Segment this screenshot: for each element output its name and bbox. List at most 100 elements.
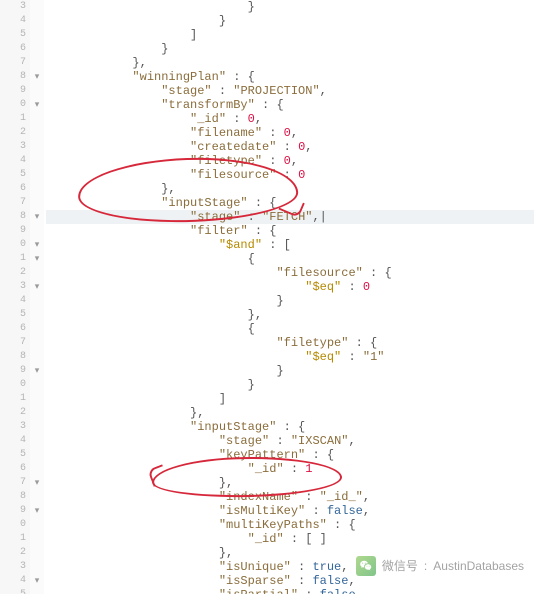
code-line[interactable]: "filesource" : {: [46, 266, 534, 280]
line-number: 4: [0, 574, 26, 588]
code-line[interactable]: "_id" : [ ]: [46, 532, 534, 546]
fold-spacer: [30, 532, 44, 546]
fold-toggle-icon[interactable]: ▾: [30, 476, 44, 490]
line-number: 4: [0, 434, 26, 448]
fold-spacer: [30, 182, 44, 196]
code-line[interactable]: }: [46, 294, 534, 308]
code-line[interactable]: "filename" : 0,: [46, 126, 534, 140]
code-line[interactable]: }: [46, 364, 534, 378]
code-line[interactable]: },: [46, 476, 534, 490]
fold-spacer: [30, 266, 44, 280]
fold-spacer: [30, 196, 44, 210]
fold-spacer: [30, 112, 44, 126]
fold-toggle-icon[interactable]: ▾: [30, 574, 44, 588]
code-line[interactable]: }: [46, 0, 534, 14]
line-number: 3: [0, 280, 26, 294]
code-line[interactable]: "filetype" : {: [46, 336, 534, 350]
code-line[interactable]: "_id" : 0,: [46, 112, 534, 126]
code-line[interactable]: },: [46, 182, 534, 196]
code-line[interactable]: "stage" : "FETCH",|: [46, 210, 534, 224]
code-line[interactable]: {: [46, 252, 534, 266]
fold-spacer: [30, 168, 44, 182]
line-number: 7: [0, 196, 26, 210]
fold-spacer: [30, 294, 44, 308]
code-line[interactable]: }: [46, 14, 534, 28]
line-number: 5: [0, 448, 26, 462]
line-number: 0: [0, 238, 26, 252]
code-line[interactable]: "stage" : "IXSCAN",: [46, 434, 534, 448]
fold-spacer: [30, 140, 44, 154]
fold-toggle-icon[interactable]: ▾: [30, 70, 44, 84]
fold-toggle-icon[interactable]: ▾: [30, 98, 44, 112]
fold-spacer: [30, 406, 44, 420]
line-number: 2: [0, 266, 26, 280]
line-number: 8: [0, 210, 26, 224]
line-number: 8: [0, 70, 26, 84]
fold-spacer: [30, 84, 44, 98]
code-line[interactable]: },: [46, 406, 534, 420]
code-line[interactable]: "filesource" : 0: [46, 168, 534, 182]
line-number: 4: [0, 14, 26, 28]
line-number: 1: [0, 112, 26, 126]
line-number: 2: [0, 546, 26, 560]
fold-spacer: [30, 490, 44, 504]
code-line[interactable]: },: [46, 56, 534, 70]
fold-spacer: [30, 588, 44, 594]
code-line[interactable]: "createdate" : 0,: [46, 140, 534, 154]
code-line[interactable]: "keyPattern" : {: [46, 448, 534, 462]
code-line[interactable]: "inputStage" : {: [46, 196, 534, 210]
fold-toggle-icon[interactable]: ▾: [30, 210, 44, 224]
fold-spacer: [30, 378, 44, 392]
fold-toggle-icon[interactable]: ▾: [30, 504, 44, 518]
code-area[interactable]: } } ] } }, "winningPlan" : { "stage" : "…: [44, 0, 534, 594]
fold-spacer: [30, 308, 44, 322]
line-number: 8: [0, 490, 26, 504]
fold-column[interactable]: ▾▾▾▾▾▾▾▾▾▾: [30, 0, 44, 594]
code-line[interactable]: }: [46, 42, 534, 56]
fold-toggle-icon[interactable]: ▾: [30, 364, 44, 378]
line-number: 1: [0, 532, 26, 546]
code-line[interactable]: "stage" : "PROJECTION",: [46, 84, 534, 98]
line-number: 7: [0, 336, 26, 350]
code-line[interactable]: "isPartial" : false,: [46, 588, 534, 594]
code-line[interactable]: "$and" : [: [46, 238, 534, 252]
line-number: 3: [0, 0, 26, 14]
line-number: 3: [0, 140, 26, 154]
code-line[interactable]: "transformBy" : {: [46, 98, 534, 112]
code-line[interactable]: "_id" : 1: [46, 462, 534, 476]
fold-spacer: [30, 518, 44, 532]
code-line[interactable]: "inputStage" : {: [46, 420, 534, 434]
fold-spacer: [30, 336, 44, 350]
line-number: 2: [0, 126, 26, 140]
watermark-value: AustinDatabases: [433, 559, 524, 573]
fold-toggle-icon[interactable]: ▾: [30, 280, 44, 294]
line-number: 4: [0, 154, 26, 168]
fold-spacer: [30, 28, 44, 42]
code-line[interactable]: "multiKeyPaths" : {: [46, 518, 534, 532]
code-line[interactable]: "filetype" : 0,: [46, 154, 534, 168]
fold-toggle-icon[interactable]: ▾: [30, 252, 44, 266]
code-line[interactable]: ]: [46, 392, 534, 406]
fold-spacer: [30, 462, 44, 476]
fold-spacer: [30, 546, 44, 560]
code-line[interactable]: },: [46, 308, 534, 322]
code-line[interactable]: "indexName" : "_id_",: [46, 490, 534, 504]
line-number: 3: [0, 560, 26, 574]
line-number: 8: [0, 350, 26, 364]
line-number: 5: [0, 168, 26, 182]
code-line[interactable]: "isMultiKey" : false,: [46, 504, 534, 518]
fold-spacer: [30, 392, 44, 406]
code-line[interactable]: ]: [46, 28, 534, 42]
code-line[interactable]: "isSparse" : false,: [46, 574, 534, 588]
code-line[interactable]: }: [46, 378, 534, 392]
line-number: 9: [0, 224, 26, 238]
code-line[interactable]: "$eq" : 0: [46, 280, 534, 294]
code-line[interactable]: "$eq" : "1": [46, 350, 534, 364]
line-number: 6: [0, 182, 26, 196]
fold-spacer: [30, 434, 44, 448]
fold-toggle-icon[interactable]: ▾: [30, 238, 44, 252]
code-line[interactable]: "filter" : {: [46, 224, 534, 238]
line-number: 2: [0, 406, 26, 420]
code-line[interactable]: "winningPlan" : {: [46, 70, 534, 84]
code-line[interactable]: {: [46, 322, 534, 336]
